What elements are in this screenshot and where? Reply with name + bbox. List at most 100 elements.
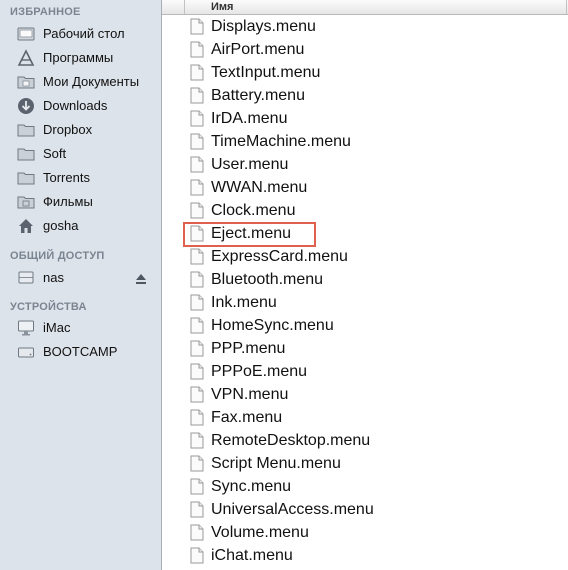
- document-icon: [190, 432, 204, 449]
- file-name: AirPort.menu: [211, 41, 305, 58]
- file-row[interactable]: PPP.menu: [162, 337, 568, 360]
- file-row[interactable]: Battery.menu: [162, 84, 568, 107]
- document-icon: [190, 87, 204, 104]
- sidebar-item-home[interactable]: gosha: [0, 214, 161, 238]
- file-row[interactable]: PPPoE.menu: [162, 360, 568, 383]
- imac-icon: [16, 319, 35, 337]
- sidebar-item-downloads[interactable]: Downloads: [0, 94, 161, 118]
- desktop-folder-icon: [16, 25, 35, 43]
- sidebar-item-label: Torrents: [43, 170, 90, 185]
- file-name: PPPoE.menu: [211, 363, 308, 380]
- movies-folder-icon: [16, 193, 35, 211]
- document-icon: [190, 271, 204, 288]
- file-name: Bluetooth.menu: [211, 271, 324, 288]
- document-icon: [190, 133, 204, 150]
- file-name: Eject.menu: [211, 225, 292, 242]
- file-row[interactable]: Clock.menu: [162, 199, 568, 222]
- document-icon: [190, 547, 204, 564]
- sidebar-item-label: gosha: [43, 218, 79, 233]
- document-icon: [190, 64, 204, 81]
- file-row[interactable]: HomeSync.menu: [162, 314, 568, 337]
- file-row[interactable]: Bluetooth.menu: [162, 268, 568, 291]
- file-name: WWAN.menu: [211, 179, 308, 196]
- file-name: Volume.menu: [211, 524, 309, 541]
- file-row[interactable]: Volume.menu: [162, 521, 568, 544]
- file-name: Clock.menu: [211, 202, 296, 219]
- file-row[interactable]: Sync.menu: [162, 475, 568, 498]
- sidebar-item-label: Dropbox: [43, 122, 93, 137]
- sidebar-item-label: Фильмы: [43, 194, 93, 209]
- file-name: ExpressCard.menu: [211, 248, 348, 265]
- file-row[interactable]: Displays.menu: [162, 15, 568, 38]
- file-name: HomeSync.menu: [211, 317, 334, 334]
- file-row[interactable]: UniversalAccess.menu: [162, 498, 568, 521]
- downloads-icon: [16, 97, 35, 115]
- devices-section-title: УСТРОЙСТВА: [10, 301, 87, 313]
- file-name: IrDA.menu: [211, 110, 288, 127]
- sidebar-item-documents[interactable]: Мои Документы: [0, 70, 161, 94]
- file-row[interactable]: IrDA.menu: [162, 107, 568, 130]
- file-name: RemoteDesktop.menu: [211, 432, 371, 449]
- folder-icon: [16, 121, 35, 139]
- file-name: TextInput.menu: [211, 64, 321, 81]
- column-header-name[interactable]: Имя: [211, 0, 233, 14]
- file-row[interactable]: TextInput.menu: [162, 61, 568, 84]
- sidebar-item-torrents[interactable]: Torrents: [0, 166, 161, 190]
- sidebar-item-soft[interactable]: Soft: [0, 142, 161, 166]
- document-icon: [190, 340, 204, 357]
- file-row[interactable]: WWAN.menu: [162, 176, 568, 199]
- file-row[interactable]: Fax.menu: [162, 406, 568, 429]
- home-icon: [16, 217, 35, 235]
- applications-icon: [16, 49, 35, 67]
- document-icon: [190, 478, 204, 495]
- sidebar-item-label: Downloads: [43, 98, 108, 113]
- file-row[interactable]: TimeMachine.menu: [162, 130, 568, 153]
- document-icon: [190, 202, 204, 219]
- file-list: Имя Displays.menu AirPort.menu TextInput.m…: [162, 0, 568, 570]
- file-name: User.menu: [211, 156, 289, 173]
- file-name: UniversalAccess.menu: [211, 501, 374, 518]
- document-icon: [190, 110, 204, 127]
- sidebar-item-desktop[interactable]: Рабочий стол: [0, 22, 161, 46]
- eject-icon[interactable]: [135, 272, 147, 284]
- document-icon: [190, 294, 204, 311]
- folder-icon: [16, 169, 35, 187]
- file-row[interactable]: User.menu: [162, 153, 568, 176]
- file-row[interactable]: RemoteDesktop.menu: [162, 429, 568, 452]
- file-row[interactable]: VPN.menu: [162, 383, 568, 406]
- file-name: PPP.menu: [211, 340, 286, 357]
- sidebar-item-movies[interactable]: Фильмы: [0, 190, 161, 214]
- favorites-section-title: ИЗБРАННОЕ: [10, 6, 81, 18]
- document-icon: [190, 248, 204, 265]
- sidebar-item-label: nas: [43, 270, 64, 285]
- list-header: Имя: [162, 0, 568, 15]
- document-icon: [190, 41, 204, 58]
- file-row[interactable]: AirPort.menu: [162, 38, 568, 61]
- file-name: Displays.menu: [211, 18, 316, 35]
- document-icon: [190, 156, 204, 173]
- file-row[interactable]: iChat.menu: [162, 544, 568, 567]
- document-icon: [190, 501, 204, 518]
- sidebar-item-label: Soft: [43, 146, 67, 161]
- column-divider: [566, 0, 567, 14]
- file-row[interactable]: Eject.menu: [162, 222, 568, 245]
- document-icon: [190, 179, 204, 196]
- document-icon: [190, 363, 204, 380]
- documents-folder-icon: [16, 73, 35, 91]
- column-divider: [184, 0, 185, 14]
- sidebar-item-nas[interactable]: nas: [0, 266, 161, 290]
- file-row[interactable]: Ink.menu: [162, 291, 568, 314]
- sidebar-item-dropbox[interactable]: Dropbox: [0, 118, 161, 142]
- sidebar-item-label: iMac: [43, 320, 71, 335]
- document-icon: [190, 386, 204, 403]
- sidebar-item-label: Программы: [43, 50, 114, 65]
- file-row[interactable]: ExpressCard.menu: [162, 245, 568, 268]
- file-name: Sync.menu: [211, 478, 292, 495]
- file-name: Fax.menu: [211, 409, 283, 426]
- document-icon: [190, 455, 204, 472]
- sidebar-item-imac[interactable]: iMac: [0, 316, 161, 340]
- sidebar-item-applications[interactable]: Программы: [0, 46, 161, 70]
- sidebar-item-bootcamp[interactable]: BOOTCAMP: [0, 340, 161, 364]
- sidebar-item-label: Мои Документы: [43, 74, 140, 89]
- file-row[interactable]: Script Menu.menu: [162, 452, 568, 475]
